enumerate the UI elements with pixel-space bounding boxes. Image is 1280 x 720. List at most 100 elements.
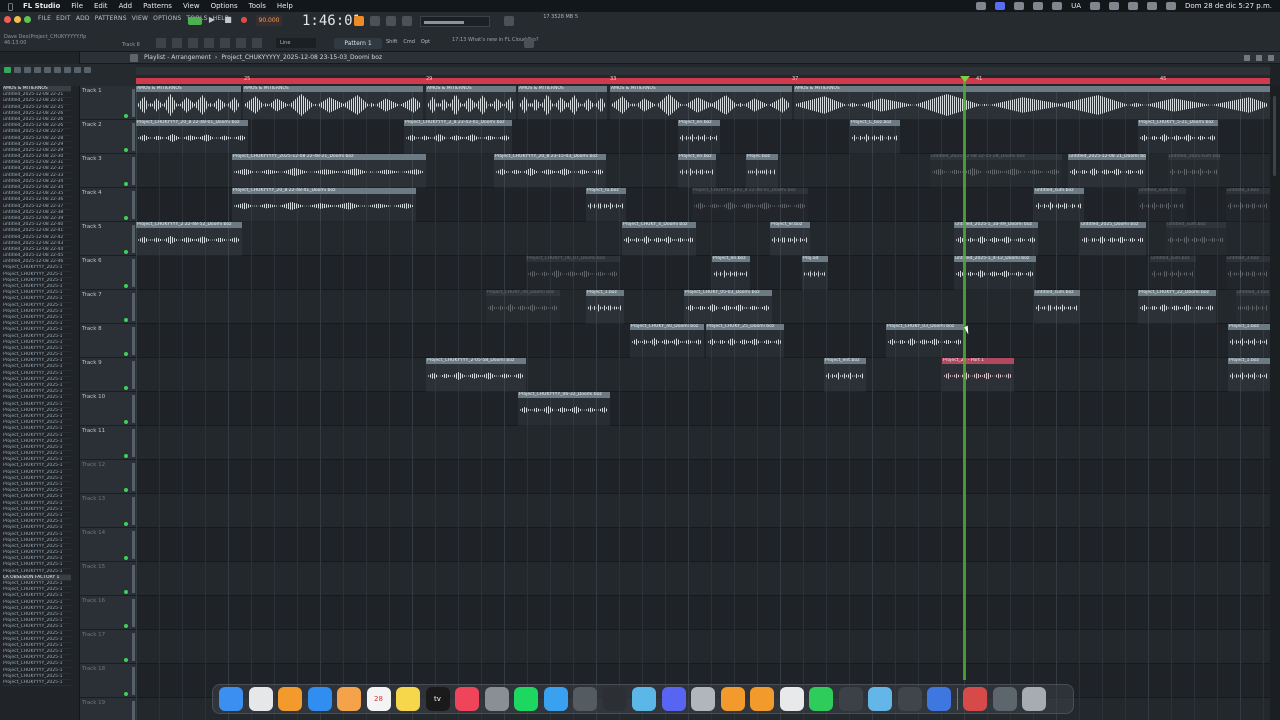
pat-song-toggle[interactable] [188,17,202,25]
menu-tools[interactable]: Tools [249,2,266,10]
audio-clip[interactable]: untitled_sum.boz [1166,222,1226,256]
plugin-icon[interactable] [838,687,863,711]
track-name[interactable]: Track 18 [82,666,105,672]
search-icon[interactable] [1147,2,1158,10]
track-header[interactable]: Track 11 [80,426,136,460]
track-volume-strip[interactable] [132,463,135,491]
track-header[interactable]: Track 10 [80,392,136,426]
audio-clip[interactable]: Projec.boz [746,154,778,188]
plugin-2-icon[interactable] [868,687,892,711]
battery-icon[interactable] [1109,2,1120,10]
track-header[interactable]: Track 9 [80,358,136,392]
track-lane[interactable] [136,426,1270,460]
tempo-display[interactable]: 90.000 [256,15,282,26]
plugin-picker-icon[interactable] [236,38,246,48]
track-volume-strip[interactable] [132,123,135,151]
audio-clip[interactable]: AMOS & MITIERNOS [426,86,516,120]
audio-clip[interactable]: Project_CHUKYYYY_2-05-58_Doomi boz [426,358,526,392]
track-mute-led[interactable] [124,352,128,356]
track-mute-led[interactable] [124,148,128,152]
track-mute-led[interactable] [124,658,128,662]
track-volume-strip[interactable] [132,395,135,423]
track-volume-strip[interactable] [132,259,135,287]
piano-roll-view-icon[interactable] [172,38,182,48]
fl-menu-edit[interactable]: EDIT [56,15,71,22]
track-lane[interactable] [136,358,1270,392]
discord-icon[interactable] [661,687,686,711]
track-mute-led[interactable] [124,522,128,526]
calendar-icon[interactable]: 28 [366,687,391,711]
playback-tool-icon[interactable] [84,67,91,73]
pattern-selector[interactable]: Pattern 1 [334,38,382,49]
audio-clip[interactable]: Project_CHUKY_03_Doomi boz [886,324,964,358]
audio-clip[interactable]: Project_ru.boz [586,188,626,222]
audio-clip[interactable]: Project_CHUKY_25_Doomi boz [706,324,784,358]
close-playlist-icon[interactable] [1268,54,1274,61]
audio-clip[interactable]: Project_1.boz [1228,324,1270,358]
fl-menu-options[interactable]: OPTIONS [153,15,181,22]
apple-tv-icon[interactable]: tv [425,687,450,711]
track-header[interactable]: Track 3 [80,154,136,188]
play-button[interactable]: ▶ [207,15,217,25]
track-lane[interactable] [136,392,1270,426]
bluetooth-icon[interactable] [1090,2,1101,10]
track-header[interactable]: Track 12 [80,460,136,494]
track-volume-strip[interactable] [132,89,135,117]
folder-icon[interactable] [992,687,1017,711]
horizontal-scrollbar[interactable] [136,67,1270,75]
status-audio-icon[interactable] [1033,2,1044,10]
audio-clip[interactable]: untitled_2025-sum boz [1168,154,1220,188]
track-header[interactable]: Track 16 [80,596,136,630]
audio-clip[interactable]: Project_CHUKYYYY_20_8 22-48-41_Doomi boz [232,188,416,222]
track-header[interactable]: Track 14 [80,528,136,562]
track-name[interactable]: Track 11 [82,428,105,434]
track-header[interactable]: Track 17 [80,630,136,664]
track-name[interactable]: Track 4 [82,190,102,196]
delete-tool-icon[interactable] [24,67,31,73]
track-header[interactable]: Track 4 [80,188,136,222]
audio-clip[interactable]: untitled_2025-1_4-12_Doomi boz [954,256,1036,290]
minimize-playlist-icon[interactable] [1244,54,1250,61]
logic-icon[interactable] [573,687,597,711]
app-store-icon[interactable] [307,687,332,711]
preview-icon[interactable] [779,687,804,711]
track-mute-led[interactable] [124,284,128,288]
status-gear-icon[interactable] [1014,2,1025,10]
track-mute-led[interactable] [124,454,128,458]
audio-clip[interactable]: Project_CHUKY_4_Doomi boz [622,222,696,256]
track-name[interactable]: Track 16 [82,598,105,604]
fl-studio-icon[interactable] [278,687,302,711]
audio-clip[interactable]: untitled_2025_Doomi boz [1080,222,1146,256]
track-header[interactable]: Track 18 [80,664,136,698]
track-volume-strip[interactable] [132,361,135,389]
menu-edit[interactable]: Edit [94,2,108,10]
close-window-button[interactable] [4,16,11,23]
menu-add[interactable]: Add [119,2,133,10]
vertical-scrollbar[interactable] [1270,86,1280,720]
track-name[interactable]: Track 2 [82,122,102,128]
audio-clip[interactable]: Project_CHUKYY_5-21_Doomi boz [1138,120,1218,154]
audio-clip[interactable]: Project_en.boz [678,154,716,188]
status-dot-icon[interactable] [976,2,987,10]
audio-clip[interactable]: Project_CHUKY_06_Doomi boz [486,290,560,324]
audio-clip[interactable]: Project_CHUKYY_22_Doomi boz [1138,290,1216,324]
safari-icon[interactable] [543,687,568,711]
audio-clip[interactable]: untitled_sum.boz [1034,188,1084,222]
activity-icon[interactable] [927,687,951,711]
audio-clip[interactable]: Project_1.boz [1228,358,1270,392]
paint-tool-icon[interactable] [14,67,21,73]
track-name[interactable]: Track 1 [82,88,102,94]
snap-line-select[interactable]: Line [276,38,316,48]
shift-button[interactable]: Shift [386,39,397,45]
audio-clip[interactable]: Project_CHUKYYYY_06-32_Doomi boz [518,392,610,426]
countdown-icon[interactable] [386,16,396,26]
audio-clip[interactable]: AMOS & MITIERNOS [136,86,241,120]
track-lane[interactable] [136,528,1270,562]
song-position-clock[interactable]: 1:46:01 [302,13,361,29]
loop-record-icon[interactable] [402,16,412,26]
track-lane[interactable] [136,460,1270,494]
browser-view-icon[interactable] [220,38,230,48]
timeline-ruler[interactable]: 25 29 33 37 41 45 [136,64,1270,86]
track-volume-strip[interactable] [132,429,135,457]
compass-icon[interactable] [602,687,627,711]
